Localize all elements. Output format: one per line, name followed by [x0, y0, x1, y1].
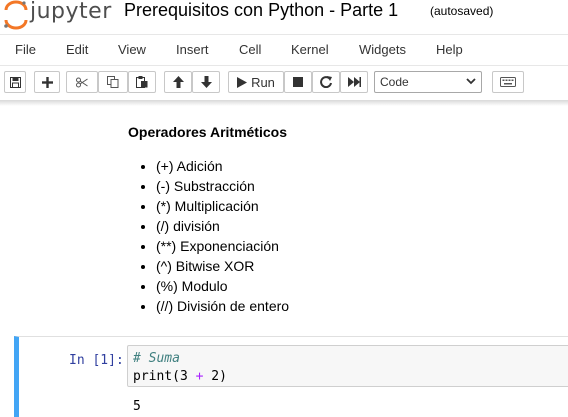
stop-icon	[293, 77, 303, 87]
keyboard-icon	[500, 77, 516, 87]
fast-forward-icon	[347, 77, 361, 87]
code-comment: # Suma	[133, 351, 180, 366]
save-button[interactable]	[4, 71, 26, 93]
scissors-icon	[76, 77, 88, 87]
code-editor[interactable]: # Suma print(3 + 2)	[127, 345, 568, 387]
list-item: (*) Multiplicación	[156, 196, 558, 216]
arrow-up-icon	[172, 76, 184, 88]
save-icon	[9, 76, 21, 88]
jupyter-logo-text[interactable]: jupyter	[30, 0, 112, 24]
markdown-cell[interactable]: Operadores Aritméticos (+) Adición (-) S…	[128, 124, 558, 316]
save-status: (autosaved)	[430, 4, 494, 18]
list-item: (/) división	[156, 216, 558, 236]
code-cell[interactable]: In [1]: # Suma print(3 + 2) 5	[14, 336, 568, 417]
menu-help[interactable]: Help	[436, 42, 463, 57]
paste-icon	[136, 76, 148, 88]
menu-view[interactable]: View	[118, 42, 146, 57]
list-item: (+) Adición	[156, 156, 558, 176]
copy-icon	[107, 76, 119, 88]
command-palette-button[interactable]	[492, 71, 524, 93]
restart-run-all-button[interactable]	[340, 71, 368, 93]
list-item: (//) División de entero	[156, 296, 558, 316]
menu-insert[interactable]: Insert	[176, 42, 209, 57]
run-button[interactable]: Run	[228, 71, 284, 93]
run-label: Run	[251, 74, 275, 90]
code-text: print(3	[133, 369, 196, 384]
toolbar: Run Code	[0, 66, 568, 100]
paste-button[interactable]	[128, 71, 156, 93]
operator-list: (+) Adición (-) Substracción (*) Multipl…	[128, 156, 558, 316]
toolbar-shadow	[0, 100, 568, 106]
menu-edit[interactable]: Edit	[66, 42, 88, 57]
interrupt-button[interactable]	[284, 71, 312, 93]
notebook-title[interactable]: Prerequisitos con Python - Parte 1	[124, 0, 398, 21]
list-item: (%) Modulo	[156, 276, 558, 296]
plus-icon	[41, 76, 53, 88]
markdown-heading: Operadores Aritméticos	[128, 124, 287, 140]
notebook-header: jupyter Prerequisitos con Python - Parte…	[0, 0, 568, 34]
restart-icon	[320, 76, 332, 88]
chevron-down-icon	[466, 78, 476, 85]
move-up-button[interactable]	[164, 71, 192, 93]
input-prompt: In [1]:	[69, 353, 124, 368]
jupyter-logo-icon	[4, 0, 28, 30]
menu-widgets[interactable]: Widgets	[359, 42, 406, 57]
code-line: print(3 + 2)	[133, 368, 568, 386]
restart-button[interactable]	[312, 71, 340, 93]
list-item: (**) Exponenciación	[156, 236, 558, 256]
menubar: File Edit View Insert Cell Kernel Widget…	[0, 34, 568, 66]
menu-cell[interactable]: Cell	[239, 42, 261, 57]
list-item: (^) Bitwise XOR	[156, 256, 558, 276]
code-text: 2)	[203, 369, 227, 384]
cell-type-value: Code	[380, 75, 409, 89]
list-item: (-) Substracción	[156, 176, 558, 196]
menu-kernel[interactable]: Kernel	[291, 42, 329, 57]
cell-type-select[interactable]: Code	[374, 71, 482, 93]
copy-button[interactable]	[98, 71, 128, 93]
move-down-button[interactable]	[192, 71, 220, 93]
insert-cell-button[interactable]	[34, 71, 60, 93]
arrow-down-icon	[200, 76, 212, 88]
cut-button[interactable]	[66, 71, 98, 93]
menu-file[interactable]: File	[15, 42, 36, 57]
cell-output: 5	[133, 399, 141, 414]
play-icon	[237, 76, 248, 88]
